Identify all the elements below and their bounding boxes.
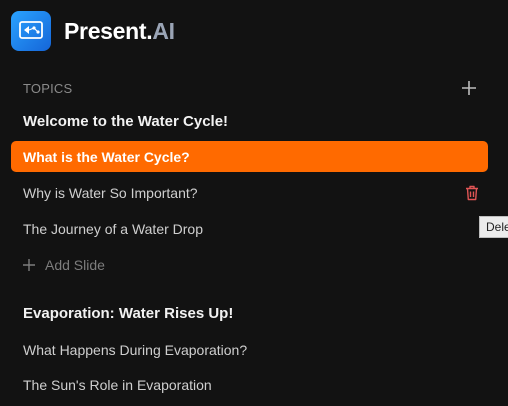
- plus-icon: [23, 259, 35, 271]
- slide-label: The Journey of a Water Drop: [23, 220, 204, 237]
- app-name: Present.AI: [64, 18, 175, 45]
- presentation-share-icon: [19, 21, 43, 39]
- add-slide-label: Add Slide: [45, 257, 105, 273]
- slide-item[interactable]: What Happens During Evaporation?: [11, 334, 488, 365]
- delete-slide-button[interactable]: [464, 184, 480, 201]
- add-topic-button[interactable]: [460, 79, 478, 97]
- slide-item[interactable]: The Sun's Role in Evaporation: [11, 369, 488, 400]
- topics-header: TOPICS: [23, 78, 478, 98]
- slide-label: What Happens During Evaporation?: [23, 341, 248, 358]
- app-name-accent: AI: [152, 17, 175, 44]
- section-title[interactable]: Evaporation: Water Rises Up!: [23, 305, 233, 322]
- slide-label: Why is Water So Important?: [23, 184, 198, 201]
- trash-icon: [466, 185, 478, 200]
- app-logo[interactable]: [11, 11, 51, 51]
- slide-item-active[interactable]: What is the Water Cycle?: [11, 141, 488, 172]
- section-title[interactable]: Welcome to the Water Cycle!: [23, 113, 228, 130]
- slide-item[interactable]: Why is Water So Important?: [11, 177, 488, 208]
- topics-label: TOPICS: [23, 80, 73, 96]
- plus-icon: [462, 81, 476, 95]
- app-header: Present.AI: [11, 11, 175, 51]
- slide-label: What is the Water Cycle?: [23, 148, 190, 165]
- app-name-main: Present.: [64, 17, 153, 44]
- slide-item[interactable]: The Journey of a Water Drop: [11, 213, 488, 244]
- slide-label: The Sun's Role in Evaporation: [23, 376, 212, 393]
- add-slide-button[interactable]: Add Slide: [23, 255, 105, 275]
